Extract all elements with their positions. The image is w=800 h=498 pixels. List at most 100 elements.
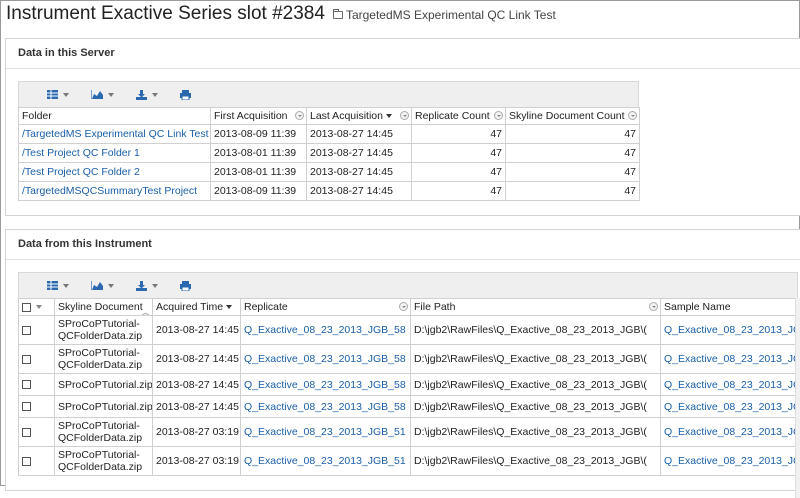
export-button[interactable] (136, 280, 158, 291)
row-checkbox[interactable] (22, 325, 31, 335)
replicate-cell[interactable]: Q_Exactive_08_23_2013_JGB_58 (240, 344, 411, 374)
server-data-heading: Data in this Server (6, 39, 800, 69)
print-button[interactable] (180, 280, 191, 291)
row-select-cell[interactable] (18, 373, 55, 396)
sample-name-link[interactable]: Q_Exactive_08_23_2013_JGB_58 (664, 401, 798, 413)
select-all-checkbox[interactable] (22, 302, 31, 312)
print-icon (180, 89, 191, 100)
replicate-link[interactable]: Q_Exactive_08_23_2013_JGB_51 (244, 426, 406, 438)
sample-name-cell[interactable]: Q_Exactive_08_23_2013_JGB_51 (660, 446, 799, 476)
export-icon (136, 280, 147, 291)
column-header-skyline-document-count[interactable]: Skyline Document Count (505, 107, 640, 125)
row-select-cell[interactable] (18, 417, 55, 447)
skyline-document-cell: SProCoPTutorial.zip (54, 395, 153, 418)
acquired-time-cell: 2013-08-27 03:19 (152, 446, 241, 476)
chevron-down-icon (63, 283, 69, 288)
sample-name-link[interactable]: Q_Exactive_08_23_2013_JGB_58 (664, 324, 798, 336)
replicate-cell[interactable]: Q_Exactive_08_23_2013_JGB_51 (240, 446, 411, 476)
sample-name-cell[interactable]: Q_Exactive_08_23_2013_JGB_51 (660, 417, 799, 447)
column-menu-icon[interactable] (494, 111, 503, 120)
table-row: SProCoPTutorial-QCFolderData.zip 2013-08… (18, 446, 799, 476)
last-acquisition-cell: 2013-08-27 14:45 (306, 162, 412, 182)
column-header-folder[interactable]: Folder (18, 107, 211, 125)
row-select-cell[interactable] (18, 446, 55, 476)
column-header-skyline-document[interactable]: Skyline Document (54, 298, 153, 316)
column-menu-icon[interactable] (399, 302, 408, 311)
folder-breadcrumb-label[interactable]: TargetedMS Experimental QC Link Test (346, 8, 556, 22)
row-checkbox[interactable] (22, 456, 31, 466)
column-menu-icon[interactable] (400, 111, 409, 120)
column-menu-icon[interactable] (295, 111, 304, 120)
sample-name-cell[interactable]: Q_Exactive_08_23_2013_JGB_58 (660, 344, 799, 374)
table-row: SProCoPTutorial-QCFolderData.zip 2013-08… (18, 344, 799, 374)
column-menu-icon[interactable] (649, 302, 658, 311)
replicate-cell[interactable]: Q_Exactive_08_23_2013_JGB_58 (240, 373, 411, 396)
document-count-cell: 47 (505, 124, 640, 144)
folder-link-cell[interactable]: /Test Project QC Folder 2 (18, 162, 211, 182)
row-checkbox[interactable] (22, 354, 31, 364)
sample-name-cell[interactable]: Q_Exactive_08_23_2013_JGB_58 (660, 373, 799, 396)
table-row: /TargetedMSQCSummaryTest Project 2013-08… (18, 181, 640, 201)
print-button[interactable] (180, 89, 191, 100)
document-count-cell: 47 (505, 143, 640, 163)
column-header-sample-name[interactable]: Sample Name (660, 298, 799, 316)
grid-views-button[interactable] (47, 281, 69, 290)
replicate-cell[interactable]: Q_Exactive_08_23_2013_JGB_58 (240, 395, 411, 418)
row-select-cell[interactable] (18, 395, 55, 418)
row-select-cell[interactable] (18, 344, 55, 374)
replicate-link[interactable]: Q_Exactive_08_23_2013_JGB_58 (244, 401, 406, 413)
row-select-cell[interactable] (18, 315, 55, 345)
print-icon (180, 280, 191, 291)
export-button[interactable] (136, 89, 158, 100)
column-header-replicate[interactable]: Replicate (240, 298, 411, 316)
folder-link[interactable]: /TargetedMS Experimental QC Link Test (22, 128, 209, 140)
column-header-file-path[interactable]: File Path (410, 298, 661, 316)
column-header-last-acquisition[interactable]: Last Acquisition (306, 107, 412, 125)
folder-link-cell[interactable]: /TargetedMS Experimental QC Link Test (18, 124, 211, 144)
row-checkbox[interactable] (22, 380, 31, 390)
sample-name-cell[interactable]: Q_Exactive_08_23_2013_JGB_58 (660, 395, 799, 418)
charts-button[interactable] (91, 90, 114, 99)
folder-link[interactable]: /Test Project QC Folder 2 (22, 166, 140, 178)
sample-name-link[interactable]: Q_Exactive_08_23_2013_JGB_58 (664, 353, 798, 365)
folder-link[interactable]: /TargetedMSQCSummaryTest Project (22, 185, 197, 197)
folder-link-cell[interactable]: /Test Project QC Folder 1 (18, 143, 211, 163)
replicate-cell[interactable]: Q_Exactive_08_23_2013_JGB_58 (240, 315, 411, 345)
file-path-cell: D:\jgb2\RawFiles\Q_Exactive_08_23_2013_J… (410, 373, 661, 396)
vertical-scrollbar[interactable] (795, 298, 800, 498)
grid-views-button[interactable] (47, 90, 69, 99)
replicate-link[interactable]: Q_Exactive_08_23_2013_JGB_58 (244, 324, 406, 336)
table-row: SProCoPTutorial-QCFolderData.zip 2013-08… (18, 417, 799, 447)
sample-name-link[interactable]: Q_Exactive_08_23_2013_JGB_58 (664, 379, 798, 391)
column-menu-icon[interactable] (628, 111, 637, 120)
server-data-panel: Data in this Server Folder First Acquisi… (5, 38, 800, 216)
replicate-link[interactable]: Q_Exactive_08_23_2013_JGB_51 (244, 455, 406, 467)
sample-name-cell[interactable]: Q_Exactive_08_23_2013_JGB_58 (660, 315, 799, 345)
file-path-cell: D:\jgb2\RawFiles\Q_Exactive_08_23_2013_J… (410, 315, 661, 345)
acquired-time-cell: 2013-08-27 14:45 (152, 373, 241, 396)
column-header-first-acquisition[interactable]: First Acquisition (210, 107, 307, 125)
chevron-down-icon[interactable] (36, 305, 42, 310)
select-all-header[interactable] (18, 298, 55, 316)
sample-name-link[interactable]: Q_Exactive_08_23_2013_JGB_51 (664, 455, 798, 467)
server-grid-toolbar (18, 81, 639, 107)
skyline-document-cell: SProCoPTutorial-QCFolderData.zip (54, 417, 153, 447)
skyline-document-cell: SProCoPTutorial.zip (54, 373, 153, 396)
column-header-acquired-time[interactable]: Acquired Time (152, 298, 241, 316)
row-checkbox[interactable] (22, 427, 31, 437)
charts-button[interactable] (91, 281, 114, 290)
replicate-link[interactable]: Q_Exactive_08_23_2013_JGB_58 (244, 379, 406, 391)
replicate-link[interactable]: Q_Exactive_08_23_2013_JGB_58 (244, 353, 406, 365)
replicate-cell[interactable]: Q_Exactive_08_23_2013_JGB_51 (240, 417, 411, 447)
document-count-cell: 47 (505, 162, 640, 182)
replicate-count-cell: 47 (411, 124, 506, 144)
row-checkbox[interactable] (22, 402, 31, 412)
folder-link[interactable]: /Test Project QC Folder 1 (22, 147, 140, 159)
column-header-replicate-count[interactable]: Replicate Count (411, 107, 506, 125)
folder-link-cell[interactable]: /TargetedMSQCSummaryTest Project (18, 181, 211, 201)
chevron-down-icon (108, 92, 114, 97)
folder-breadcrumb[interactable]: TargetedMS Experimental QC Link Test (332, 8, 556, 22)
sample-name-link[interactable]: Q_Exactive_08_23_2013_JGB_51 (664, 426, 798, 438)
page-title: Instrument Exactive Series slot #2384 (6, 3, 325, 24)
column-menu-icon[interactable] (141, 313, 150, 315)
